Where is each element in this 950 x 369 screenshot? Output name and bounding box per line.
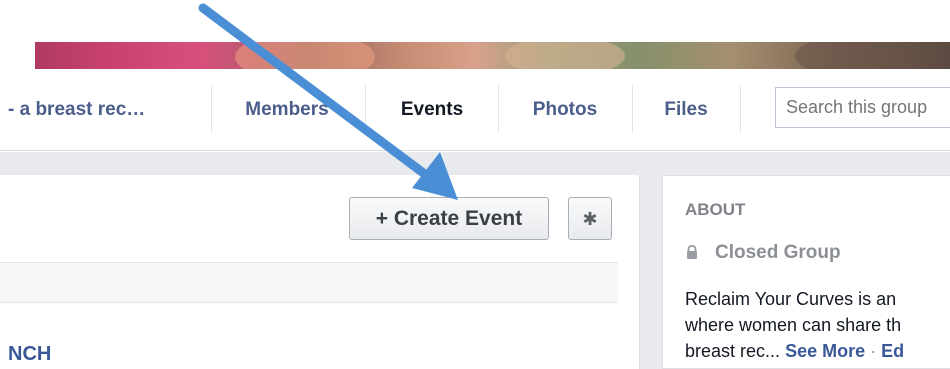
gear-icon: ✱ [582,208,598,229]
group-name-link[interactable]: - a breast rec… [0,69,210,151]
tab-members[interactable]: Members [212,69,362,151]
see-more-link[interactable]: See More [785,341,865,361]
about-heading: ABOUT [685,200,746,219]
nav-divider [740,85,741,133]
create-event-button[interactable]: + Create Event [349,197,549,240]
cover-photo [35,42,950,69]
group-nav-bar: - a breast rec… Members Events Photos Fi… [0,69,950,151]
tab-files[interactable]: Files [633,69,739,151]
edit-link[interactable]: Ed [881,341,904,361]
lock-icon [687,245,697,259]
group-search-input[interactable] [775,87,950,128]
description-line-last: breast rec... See More · Ed [685,338,950,364]
tab-photos[interactable]: Photos [499,69,631,151]
group-description: Reclaim Your Curves is an where women ca… [685,286,950,364]
event-title[interactable]: NCH [8,343,51,366]
separator: · [865,341,882,361]
tab-events[interactable]: Events [366,69,498,151]
event-settings-button[interactable]: ✱ [568,197,612,240]
privacy-label: Closed Group [715,242,841,263]
events-subheader [0,262,618,303]
description-line: where women can share th [685,315,902,335]
description-text: breast rec... [685,341,781,361]
description-line: Reclaim Your Curves is an [685,289,897,309]
